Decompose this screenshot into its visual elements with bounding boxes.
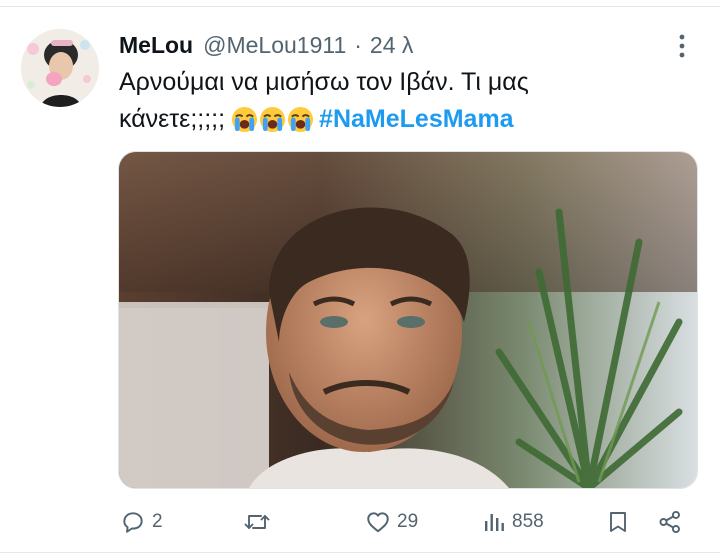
tweet-card: MeLou @MeLou1911 · 24 λ Αρνούμαι να μισή… — [0, 0, 720, 559]
bookmark-button[interactable] — [606, 505, 630, 539]
views-count: 858 — [512, 511, 544, 532]
like-icon — [367, 512, 389, 533]
retweet-icon — [244, 515, 270, 529]
top-divider — [0, 6, 720, 7]
loudly-crying-face-icon — [232, 106, 258, 133]
like-button[interactable]: 29 — [365, 505, 418, 539]
author-handle[interactable]: @MeLou1911 — [203, 32, 346, 59]
author-name[interactable]: MeLou — [119, 32, 193, 59]
hashtag-link[interactable]: #NaMeLesMama — [319, 105, 514, 133]
avatar[interactable] — [21, 29, 99, 107]
reply-button[interactable]: 2 — [120, 505, 163, 539]
loudly-crying-face-icon — [260, 106, 286, 133]
separator-dot: · — [354, 31, 362, 58]
like-count: 29 — [397, 511, 419, 532]
crying-emojis — [231, 106, 315, 144]
tweet-text-line-1: Αρνούμαι να μισήσω τον Ιβάν. Τι μας — [119, 68, 529, 96]
more-vertical-icon[interactable] — [672, 32, 692, 60]
tweet-header: MeLou @MeLou1911 · 24 λ — [119, 30, 413, 60]
tweet-photo[interactable] — [118, 151, 698, 489]
reply-count: 2 — [152, 511, 163, 532]
reply-icon — [123, 512, 143, 533]
tweet-text-line-2: κάνετε;;;;; #NaMeLesMama — [119, 101, 694, 144]
loudly-crying-face-icon — [288, 106, 314, 133]
share-button[interactable] — [657, 505, 683, 539]
tweet-text: Αρνούμαι να μισήσω τον Ιβάν. Τι μας κάνε… — [119, 64, 694, 144]
bottom-divider — [0, 552, 720, 553]
views-button[interactable]: 858 — [482, 505, 544, 539]
share-icon — [659, 510, 680, 534]
action-bar: 2 29 858 — [0, 505, 720, 539]
tweet-text-line-2-text: κάνετε;;;;; — [119, 105, 226, 133]
bookmark-icon — [610, 512, 626, 532]
timestamp[interactable]: 24 λ — [370, 32, 413, 59]
retweet-button[interactable] — [243, 505, 277, 539]
views-icon — [485, 514, 504, 531]
